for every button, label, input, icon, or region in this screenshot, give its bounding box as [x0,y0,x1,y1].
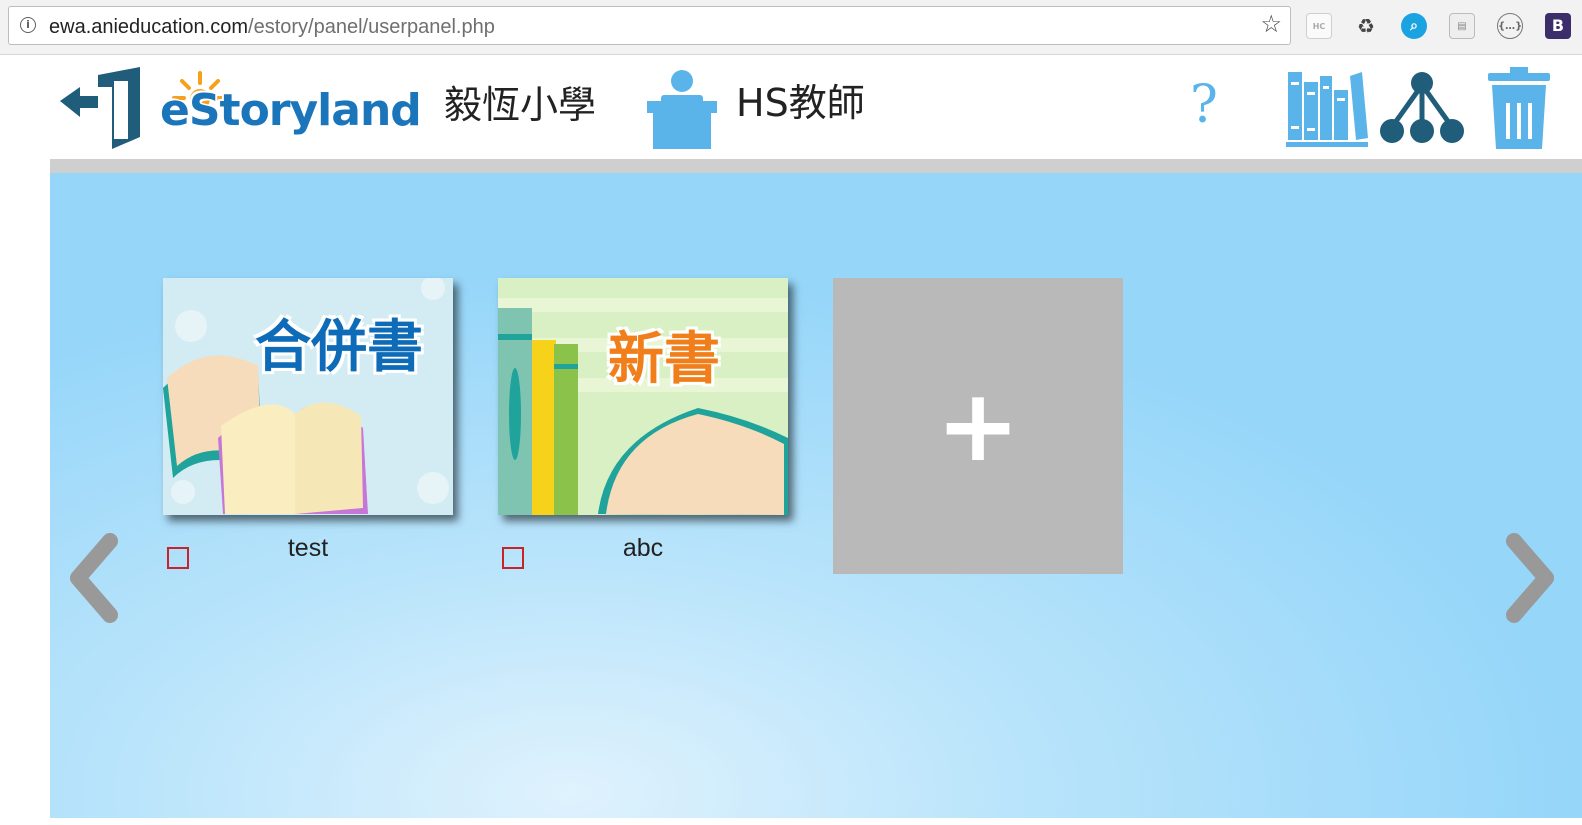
url-host: ewa.anieducation.com [49,16,249,38]
cover-title: 新書 [608,327,720,392]
info-icon[interactable]: i [20,17,36,33]
next-arrow-icon[interactable] [1500,533,1560,623]
network-icon[interactable] [1380,71,1464,145]
help-icon[interactable]: ? [1190,60,1218,150]
teacher-label: HS教師 [736,81,865,125]
browser-toolbar: i ewa.anieducation.com/estory/panel/user… [0,0,1582,55]
book-title[interactable]: test [163,533,453,563]
header-divider [50,159,1582,173]
app-header: eStoryland 毅恆小學 HS教師 ? [50,55,1582,159]
code-icon[interactable]: {…} [1497,13,1523,39]
add-book-tile[interactable]: + [833,278,1123,574]
page-icon[interactable]: ▤ [1449,13,1475,39]
tab-icon[interactable]: HC [1306,13,1332,39]
teacher-icon [647,70,717,149]
b-icon[interactable]: B [1545,13,1571,39]
plus-icon: + [936,367,1020,484]
books-illustration [498,298,788,515]
book-cover[interactable]: 新書 [498,278,788,515]
logo-text: eStoryland [160,85,422,136]
recycle-icon[interactable]: ♻ [1353,13,1379,39]
previous-arrow-icon[interactable] [64,533,124,623]
logout-icon[interactable] [58,67,142,153]
book-panel: 合併書 test 新書 abc + [50,173,1582,818]
book-title[interactable]: abc [498,533,788,563]
trash-icon[interactable] [1486,67,1552,149]
school-name: 毅恆小學 [444,83,597,127]
search-icon[interactable]: ⌕ [1401,13,1427,39]
bookshelf-icon[interactable] [1286,68,1368,148]
url-path: /estory/panel/userpanel.php [248,16,495,38]
url-text[interactable]: ewa.anieducation.com/estory/panel/userpa… [49,16,495,38]
star-icon[interactable]: ☆ [1260,12,1282,38]
cover-title: 合併書 [255,315,423,380]
open-book-illustration [163,278,449,514]
address-bar[interactable]: i ewa.anieducation.com/estory/panel/user… [8,6,1291,45]
book-cover[interactable]: 合併書 [163,278,453,515]
